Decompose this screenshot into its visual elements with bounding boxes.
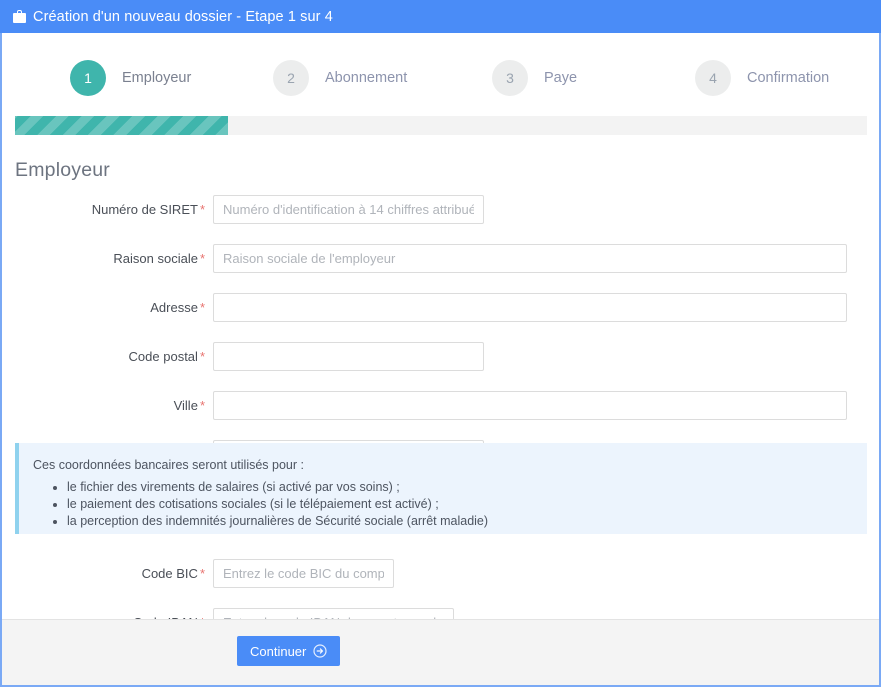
- required-marker: *: [200, 566, 205, 581]
- required-marker: *: [200, 398, 205, 413]
- list-item: le fichier des virements de salaires (si…: [67, 479, 867, 496]
- step-3-paye[interactable]: 3 Paye: [420, 46, 629, 110]
- field-row-siret: Numéro de SIRET*: [2, 191, 879, 227]
- field-row-code-postal: Code postal*: [2, 338, 879, 374]
- label-code-postal: Code postal*: [2, 349, 213, 364]
- list-item: la perception des indemnités journalière…: [67, 513, 867, 530]
- ville-input[interactable]: [213, 391, 847, 420]
- step-1-employeur[interactable]: 1 Employeur: [2, 46, 211, 110]
- wizard-stepper: 1 Employeur 2 Abonnement 3 Paye 4 Confir…: [2, 46, 879, 110]
- arrow-circle-right-icon: [313, 644, 327, 658]
- window-titlebar: Création d'un nouveau dossier - Etape 1 …: [0, 0, 881, 33]
- step-4-label: Confirmation: [747, 70, 829, 86]
- briefcase-icon: [13, 10, 26, 23]
- continue-button[interactable]: Continuer: [237, 636, 340, 666]
- wizard-footer: Continuer: [2, 619, 879, 685]
- continue-button-label: Continuer: [250, 644, 306, 659]
- bank-details-info-box: Ces coordonnées bancaires seront utilisé…: [15, 443, 867, 534]
- info-box-list: le fichier des virements de salaires (si…: [33, 479, 867, 530]
- required-marker: *: [200, 202, 205, 217]
- new-folder-wizard-window: Création d'un nouveau dossier - Etape 1 …: [0, 0, 881, 687]
- step-3-label: Paye: [544, 70, 577, 86]
- code-bic-input[interactable]: [213, 559, 394, 588]
- required-marker: *: [200, 300, 205, 315]
- step-3-number: 3: [492, 60, 528, 96]
- employer-form: Numéro de SIRET* Raison sociale* Adresse…: [2, 191, 879, 485]
- step-4-number: 4: [695, 60, 731, 96]
- step-1-label: Employeur: [122, 70, 191, 86]
- required-marker: *: [200, 349, 205, 364]
- step-1-number: 1: [70, 60, 106, 96]
- raison-sociale-input[interactable]: [213, 244, 847, 273]
- field-row-raison-sociale: Raison sociale*: [2, 240, 879, 276]
- window-title: Création d'un nouveau dossier - Etape 1 …: [33, 9, 333, 25]
- label-siret: Numéro de SIRET*: [2, 202, 213, 217]
- field-row-adresse: Adresse*: [2, 289, 879, 325]
- field-row-ville: Ville*: [2, 387, 879, 423]
- required-marker: *: [200, 251, 205, 266]
- step-2-number: 2: [273, 60, 309, 96]
- info-box-lead-text: Ces coordonnées bancaires seront utilisé…: [33, 458, 867, 472]
- wizard-progress-bar: [15, 116, 867, 135]
- step-4-confirmation[interactable]: 4 Confirmation: [629, 46, 838, 110]
- page-title: Employeur: [15, 159, 110, 182]
- label-adresse: Adresse*: [2, 300, 213, 315]
- siret-input[interactable]: [213, 195, 484, 224]
- code-postal-input[interactable]: [213, 342, 484, 371]
- field-row-code-bic: Code BIC*: [2, 555, 879, 591]
- wizard-progress-fill: [15, 116, 228, 135]
- step-2-abonnement[interactable]: 2 Abonnement: [211, 46, 420, 110]
- wizard-card: 1 Employeur 2 Abonnement 3 Paye 4 Confir…: [0, 33, 881, 687]
- adresse-input[interactable]: [213, 293, 847, 322]
- label-raison-sociale: Raison sociale*: [2, 251, 213, 266]
- label-code-bic: Code BIC*: [2, 566, 213, 581]
- step-2-label: Abonnement: [325, 70, 407, 86]
- label-ville: Ville*: [2, 398, 213, 413]
- list-item: le paiement des cotisations sociales (si…: [67, 496, 867, 513]
